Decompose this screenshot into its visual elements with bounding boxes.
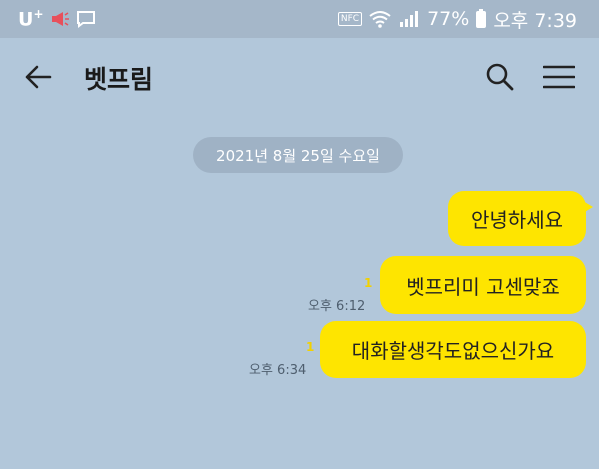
status-bar: U+ NFC 77% 오후 7:39 — [0, 0, 599, 38]
message-text: 벳프리미 고센맞죠 — [406, 274, 560, 299]
arrow-left-icon[interactable] — [24, 64, 52, 90]
unread-count: 1 — [306, 340, 315, 354]
battery-icon — [476, 8, 487, 28]
message-bubble[interactable]: 벳프리미 고센맞죠 — [380, 256, 586, 314]
chat-title: 벳프림 — [84, 65, 154, 94]
battery-percent: 77% — [427, 8, 470, 30]
chat-header: 벳프림 — [0, 38, 599, 116]
megaphone-icon — [50, 10, 70, 28]
wifi-icon — [369, 10, 391, 28]
message-notification-icon — [76, 10, 96, 28]
status-time: 오후 7:39 — [493, 9, 577, 32]
signal-icon — [398, 10, 420, 28]
date-divider: 2021년 8월 25일 수요일 — [193, 137, 403, 173]
hamburger-menu-icon[interactable] — [542, 64, 576, 90]
message-text: 안녕하세요 — [471, 208, 563, 232]
message-text: 대화할생각도없으신가요 — [351, 339, 555, 363]
message-bubble[interactable]: 안녕하세요 — [448, 191, 593, 246]
message-bubble[interactable]: 대화할생각도없으신가요 — [320, 321, 586, 378]
message-time: 오후 6:12 — [308, 299, 366, 314]
message-time: 오후 6:34 — [249, 363, 307, 378]
status-left: U+ — [0, 7, 96, 31]
search-icon[interactable] — [485, 62, 515, 92]
nfc-icon: NFC — [337, 12, 363, 26]
unread-count: 1 — [364, 276, 373, 290]
status-right: NFC 77% 오후 7:39 — [337, 6, 599, 33]
carrier-label: U+ — [18, 7, 44, 31]
